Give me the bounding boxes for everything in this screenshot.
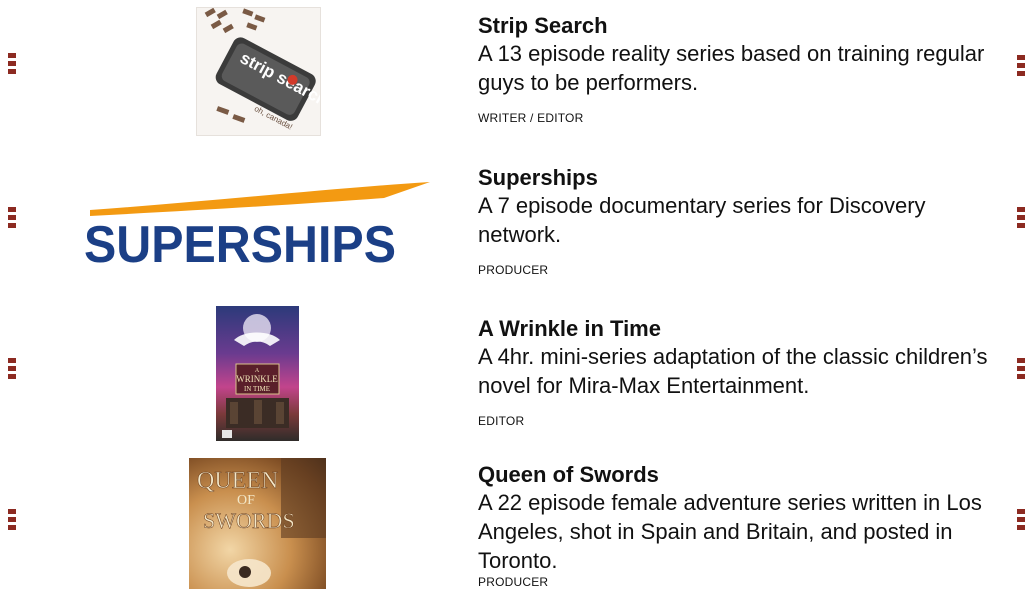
svg-text:OF: OF (237, 493, 255, 508)
project-title[interactable]: Superships (478, 165, 998, 191)
project-description: A 22 episode female adventure series wri… (478, 490, 982, 573)
row-marker-icon (8, 358, 16, 382)
thumbnail-superships[interactable]: SUPERSHIPS (84, 180, 430, 266)
svg-text:WRINKLE: WRINKLE (236, 374, 278, 384)
queen-of-swords-poster-icon: QUEEN OF SWORDS (197, 458, 326, 587)
project-role: WRITER / EDITOR (478, 111, 584, 125)
row-marker-icon (8, 509, 16, 533)
svg-text:SWORDS: SWORDS (203, 508, 295, 533)
thumbnail-a-wrinkle-in-time[interactable]: A WRINKLE IN TIME (216, 306, 299, 441)
row-marker-icon (8, 53, 16, 77)
project-title[interactable]: Strip Search (478, 13, 998, 39)
row-marker-icon (1017, 358, 1025, 382)
superships-logo-icon: SUPERSHIPS (84, 182, 430, 266)
project-info: Superships A 7 episode documentary serie… (478, 165, 998, 277)
strip-search-logo-icon: strip search oh, canada! (204, 8, 320, 132)
project-role: PRODUCER (478, 575, 549, 589)
thumbnail-queen-of-swords[interactable]: QUEEN OF SWORDS (189, 458, 326, 589)
project-item-a-wrinkle-in-time: A WRINKLE IN TIME A Wrinkle in Time A 4h… (0, 300, 1025, 452)
wrinkle-poster-icon: A WRINKLE IN TIME (222, 314, 289, 438)
project-description: A 13 episode reality series based on tra… (478, 41, 985, 95)
project-role: EDITOR (478, 414, 525, 428)
project-title[interactable]: A Wrinkle in Time (478, 316, 998, 342)
project-item-superships: SUPERSHIPS Superships A 7 episode docume… (0, 150, 1025, 300)
project-title[interactable]: Queen of Swords (478, 462, 998, 488)
svg-text:QUEEN: QUEEN (197, 468, 278, 494)
svg-text:IN TIME: IN TIME (244, 385, 270, 393)
project-info: A Wrinkle in Time A 4hr. mini-series ada… (478, 316, 998, 428)
row-marker-icon (1017, 509, 1025, 533)
project-description: A 4hr. mini-series adaptation of the cla… (478, 344, 988, 398)
project-item-strip-search: strip search oh, canada! Strip Search A … (0, 0, 1025, 150)
project-item-queen-of-swords: QUEEN OF SWORDS Queen of Swords A 22 epi… (0, 452, 1025, 589)
row-marker-icon (1017, 55, 1025, 79)
project-info: Queen of Swords A 22 episode female adve… (478, 462, 998, 589)
row-marker-icon (8, 207, 16, 231)
thumbnail-strip-search[interactable]: strip search oh, canada! (196, 7, 321, 136)
project-role: PRODUCER (478, 263, 549, 277)
project-description: A 7 episode documentary series for Disco… (478, 193, 926, 247)
svg-text:SUPERSHIPS: SUPERSHIPS (84, 216, 396, 266)
project-info: Strip Search A 13 episode reality series… (478, 13, 998, 125)
row-marker-icon (1017, 207, 1025, 231)
